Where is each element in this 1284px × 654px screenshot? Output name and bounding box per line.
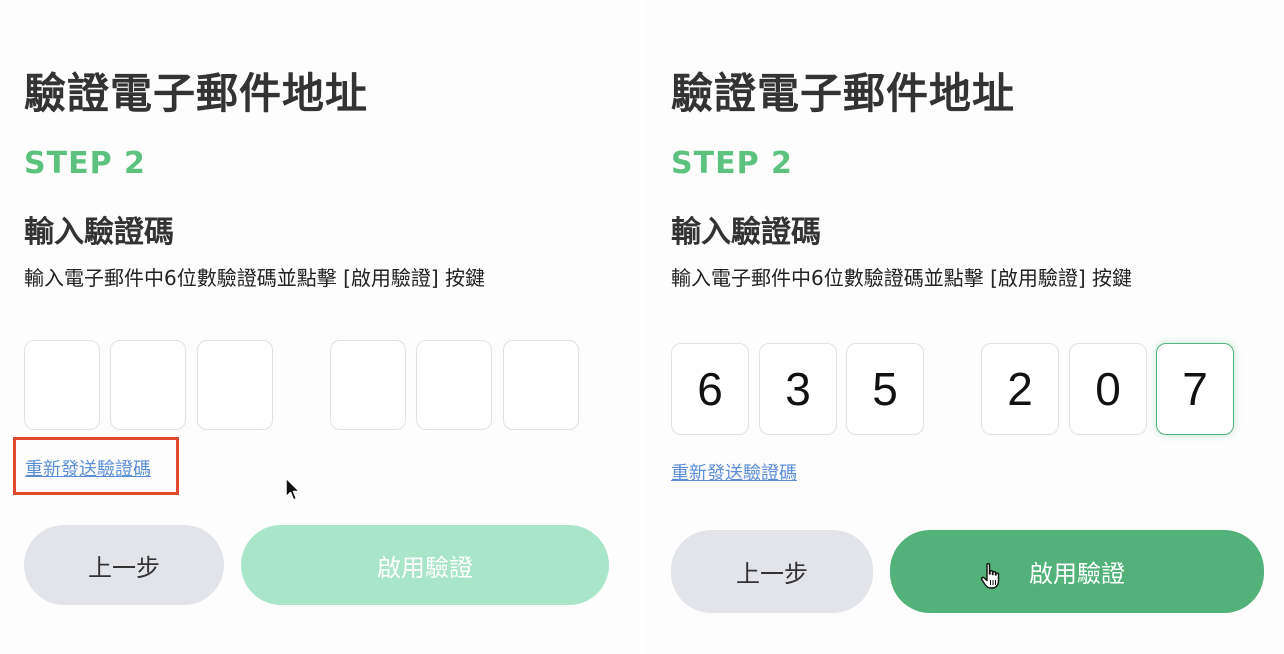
code-digit-3-input[interactable] [846,343,924,435]
code-digit-1-input[interactable] [671,343,749,435]
enable-verification-button[interactable]: 啟用驗證 [241,525,609,605]
code-digit-1-input[interactable] [24,340,100,430]
code-digit-4-input[interactable] [981,343,1059,435]
code-digit-4-input[interactable] [330,340,406,430]
code-digit-5-input[interactable] [416,340,492,430]
code-digit-6-input[interactable] [503,340,579,430]
page-title: 驗證電子郵件地址 [24,69,369,118]
instruction-text: 輸入電子郵件中6位數驗證碼並點擊 [啟用驗證] 按鍵 [671,266,1133,290]
resend-code-link[interactable]: 重新發送驗證碼 [25,455,151,481]
resend-code-link[interactable]: 重新發送驗證碼 [671,459,797,485]
code-digit-2-input[interactable] [110,340,186,430]
arrow-cursor-icon [285,477,301,501]
code-digit-5-input[interactable] [1069,343,1147,435]
code-digit-6-input[interactable] [1156,343,1234,435]
code-digit-2-input[interactable] [759,343,837,435]
section-subtitle: 輸入驗證碼 [671,215,821,250]
hand-pointer-icon [980,562,1000,589]
code-digit-3-input[interactable] [197,340,273,430]
back-button[interactable]: 上一步 [671,530,873,613]
instruction-text: 輸入電子郵件中6位數驗證碼並點擊 [啟用驗證] 按鍵 [24,266,486,290]
back-button[interactable]: 上一步 [24,525,224,605]
enable-verification-button[interactable]: 啟用驗證 [890,530,1264,613]
step-label: STEP 2 [24,146,146,181]
step-label: STEP 2 [671,146,793,181]
verify-email-panel-after: 驗證電子郵件地址 STEP 2 輸入驗證碼 輸入電子郵件中6位數驗證碼並點擊 [… [646,0,1284,654]
section-subtitle: 輸入驗證碼 [24,215,174,250]
verify-email-panel-before: 驗證電子郵件地址 STEP 2 輸入驗證碼 輸入電子郵件中6位數驗證碼並點擊 [… [0,0,640,654]
page-title: 驗證電子郵件地址 [671,69,1016,118]
